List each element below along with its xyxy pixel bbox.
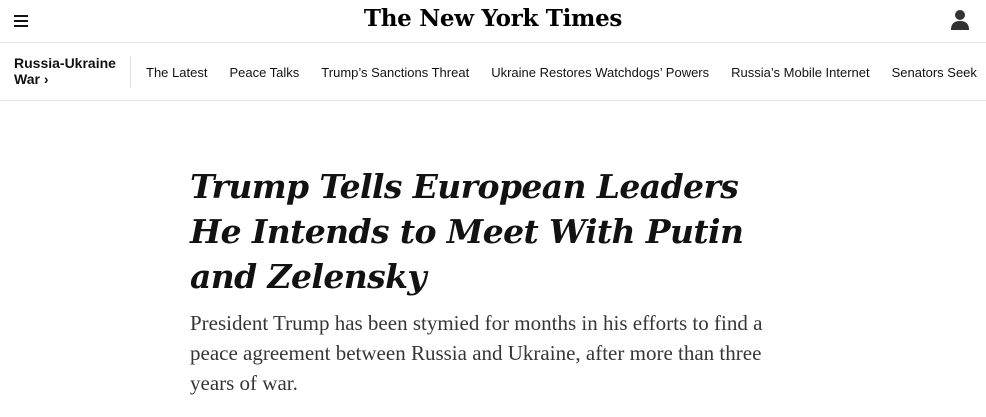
section-label-line1: Russia-Ukraine (14, 55, 116, 71)
chevron-right-icon: › (43, 71, 49, 87)
user-account-icon[interactable] (950, 9, 970, 31)
nav-item-watchdogs-powers[interactable]: Ukraine Restores Watchdogs’ Powers (491, 65, 709, 80)
article-summary: President Trump has been stymied for mon… (190, 311, 763, 395)
nav-item-peace-talks[interactable]: Peace Talks (229, 65, 299, 80)
article-headline: Trump Tells European Leaders He Intends … (190, 167, 744, 296)
nav-item-mobile-internet[interactable]: Russia’s Mobile Internet (731, 65, 870, 80)
nyt-logo[interactable]: The New York Times (0, 5, 986, 32)
nav-item-the-latest[interactable]: The Latest (146, 65, 207, 80)
nav-items: The Latest Peace Talks Trump’s Sanctions… (146, 65, 977, 80)
nav-item-senators-seek[interactable]: Senators Seek (892, 65, 977, 80)
section-label-text: War (14, 71, 40, 87)
site-header: The New York Times (0, 0, 986, 43)
nav-item-sanctions-threat[interactable]: Trump’s Sanctions Threat (321, 65, 469, 80)
section-nav: Russia-Ukraine War › The Latest Peace Ta… (0, 44, 986, 101)
nav-divider (130, 56, 131, 88)
user-silhouette-icon (951, 10, 969, 30)
section-label-line2: War › (14, 71, 126, 87)
section-link-russia-ukraine-war[interactable]: Russia-Ukraine War › (14, 55, 126, 87)
